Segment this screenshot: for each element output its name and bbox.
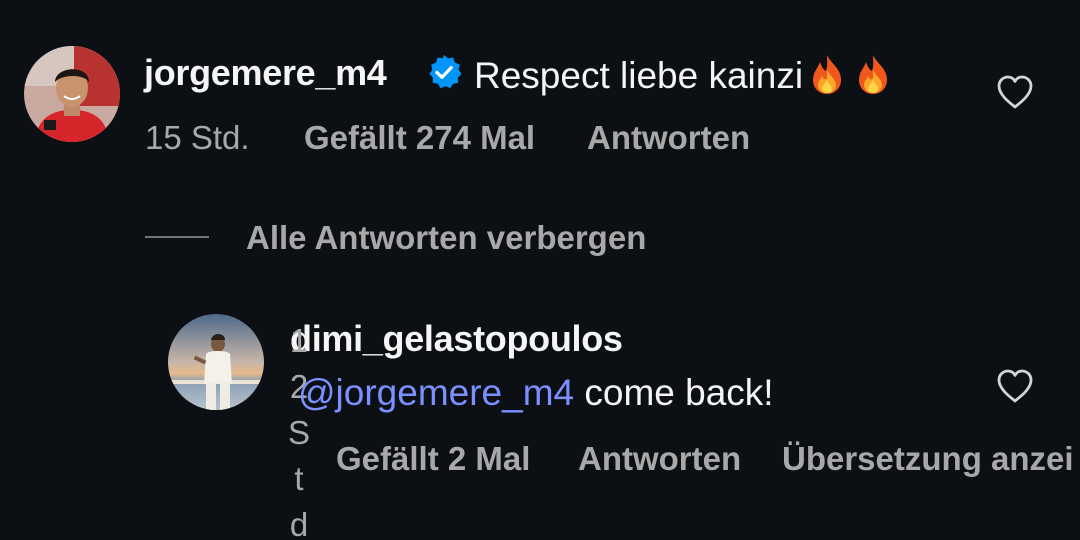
reply-avatar-image [168,314,264,410]
reply-avatar[interactable] [168,314,264,410]
reply-timestamp: 1 2 S t d [287,318,311,540]
reply-likes-count[interactable]: Gefällt 2 Mal [336,440,530,478]
reply-timestamp-char: 1 [289,322,309,359]
comment-reply-button[interactable]: Antworten [587,119,750,157]
replies-divider-line [145,236,209,238]
reply-reply-button[interactable]: Antworten [578,440,741,478]
reply-mention-link[interactable]: @jorgemere_m4 [298,372,574,413]
like-comment-heart-icon[interactable] [995,74,1035,110]
comment-text-row: Respect liebe kainzi [474,52,895,97]
reply-timestamp-char: d [289,506,309,540]
reply-username[interactable]: dimi_gelastopoulos [290,318,623,360]
comment-text: Respect liebe kainzi [474,55,804,96]
commenter-avatar-image [24,46,120,142]
verified-badge-icon [425,53,463,91]
commenter-avatar[interactable] [24,46,120,142]
fire-emoji-icon [813,55,842,94]
reply-timestamp-char: S [287,414,310,451]
hide-replies-button[interactable]: Alle Antworten verbergen [246,219,646,257]
like-reply-heart-icon[interactable] [995,368,1035,404]
reply-text: come back! [574,372,774,413]
commenter-username[interactable]: jorgemere_m4 [144,52,387,94]
comment-timestamp: 15 Std. [145,119,250,156]
reply-translate-button[interactable]: Übersetzung anzei [782,440,1074,478]
comment-likes-count[interactable]: Gefällt 274 Mal [304,119,535,157]
reply-timestamp-char: t [294,460,304,497]
reply-text-row: @jorgemere_m4 come back! [298,372,774,414]
comments-screen: jorgemere_m4 Respect liebe kainzi 15 Std… [0,0,1080,540]
fire-emoji-icon [859,55,888,94]
